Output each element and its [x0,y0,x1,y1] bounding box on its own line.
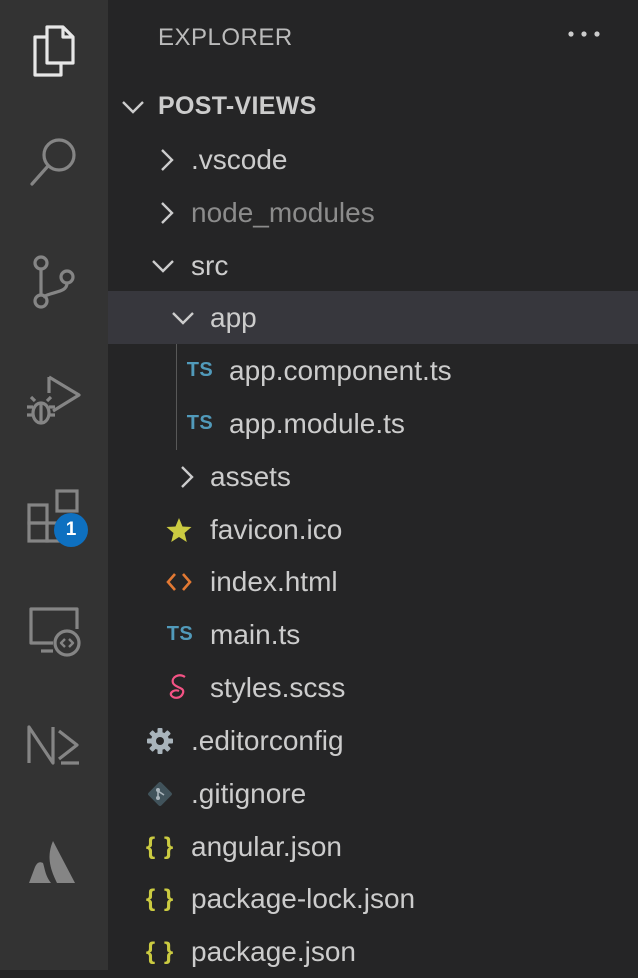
explorer-title: EXPLORER [158,24,293,51]
tree-item-gitignore[interactable]: .gitignore [108,767,638,820]
tree-item-label: app.component.ts [229,354,452,386]
remote-explorer-icon [29,607,81,657]
tree-item-app[interactable]: app [108,291,638,344]
search-icon [30,138,76,186]
chevron-right-icon [152,198,182,228]
tree-item-label: package.json [191,935,357,967]
ts-file-icon: TS [186,412,214,434]
explorer-activity[interactable] [0,0,108,100]
json-file-icon: { } [145,884,175,912]
tree-item-styles-scss[interactable]: styles.scss [108,661,638,714]
ts-file-icon: TS [186,359,214,381]
tree-item-label: assets [210,460,291,492]
html-file-icon [164,567,194,597]
json-file-icon: { } [145,937,175,965]
search-activity[interactable] [0,112,108,212]
tree-item-label: .gitignore [191,777,307,809]
tree-item-label: index.html [210,565,338,597]
ts-file-icon: TS [166,623,194,645]
tree-item-editorconfig[interactable]: .editorconfig [108,714,638,767]
tree-item-label: package-lock.json [191,882,416,914]
explorer-sidebar: EXPLORER POST-VIEWS .vscode node_modules… [108,0,638,970]
source-control-icon [33,255,75,309]
atlassian-activity[interactable] [0,814,108,914]
run-debug-icon [27,375,81,425]
tree-item-node-modules[interactable]: node_modules [108,186,638,239]
gear-icon [145,726,175,756]
json-file-icon: { } [145,832,175,860]
tree-item-label: node_modules [191,196,375,228]
tree-item-favicon[interactable]: favicon.ico [108,503,638,556]
tree-item-app-component-ts[interactable]: TS app.component.ts [108,344,638,397]
tree-item-label: app.module.ts [229,407,405,439]
tree-root-post-views[interactable]: POST-VIEWS [108,80,638,133]
tree-item-label: angular.json [191,830,343,862]
chevron-down-icon [168,303,198,333]
git-icon [145,779,175,809]
extensions-activity[interactable]: 1 [0,466,108,566]
tree-item-vscode[interactable]: .vscode [108,133,638,186]
scss-file-icon [164,673,194,703]
tree-item-label: main.ts [210,618,301,650]
activity-bar: 1 [0,0,108,970]
source-control-activity[interactable] [0,232,108,332]
tree-item-app-module-ts[interactable]: TS app.module.ts [108,397,638,450]
tree-item-src[interactable]: src [108,239,638,292]
tree-item-package-json[interactable]: { } package.json [108,925,638,978]
tree-item-label: .vscode [191,143,288,175]
extensions-badge: 1 [54,513,88,547]
tree-item-angular-json[interactable]: { } angular.json [108,820,638,873]
star-icon [164,515,194,545]
tree-item-label: favicon.ico [210,513,343,545]
tree-item-package-lock-json[interactable]: { } package-lock.json [108,872,638,925]
files-icon [33,25,75,77]
chevron-down-icon [148,251,178,281]
tree-item-assets[interactable]: assets [108,450,638,503]
tree-item-label: styles.scss [210,671,346,703]
run-debug-activity[interactable] [0,348,108,448]
nx-icon [27,725,79,765]
more-actions-button[interactable] [564,14,604,54]
chevron-down-icon [118,92,148,122]
remote-explorer-activity[interactable] [0,580,108,680]
tree-item-main-ts[interactable]: TS main.ts [108,608,638,661]
tree-item-index-html[interactable]: index.html [108,555,638,608]
tree-item-label: src [191,249,229,281]
ellipsis-icon [568,31,600,37]
chevron-right-icon [172,462,202,492]
nx-activity[interactable] [0,694,108,794]
tree-item-label: app [210,301,257,333]
tree-root-label: POST-VIEWS [158,92,317,120]
tree-item-label: .editorconfig [191,724,344,756]
chevron-right-icon [152,145,182,175]
atlassian-icon [29,841,75,883]
